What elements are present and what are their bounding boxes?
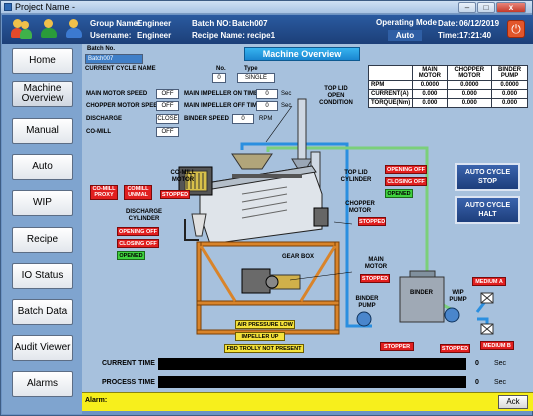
co-mill-proxy-status: CO-MILL PROXY bbox=[90, 185, 118, 200]
time-value: 17:21:40 bbox=[459, 31, 492, 40]
auto-cycle-stop-button[interactable]: AUTO CYCLE STOP bbox=[455, 163, 520, 191]
process-time-value: 0 bbox=[475, 379, 479, 386]
alarm-bar: Alarm: Ack bbox=[82, 392, 533, 411]
nav-manual-button[interactable]: Manual bbox=[12, 118, 73, 144]
current-time-value: 0 bbox=[475, 360, 479, 367]
co-mill-motor-label: CO-MILL MOTOR bbox=[170, 170, 196, 183]
date-value: 06/12/2019 bbox=[459, 19, 500, 28]
discharge-opening-status: OPENING OFF bbox=[117, 227, 159, 236]
nav-alarms-button[interactable]: Alarms bbox=[12, 371, 73, 397]
nav-auto-button[interactable]: Auto bbox=[12, 154, 73, 180]
user-check-icon[interactable] bbox=[39, 19, 59, 39]
nav-wip-button[interactable]: WIP bbox=[12, 190, 73, 216]
wip-pump-status: STOPPED bbox=[440, 344, 470, 353]
app-icon bbox=[4, 3, 12, 11]
discharge-cylinder-label: DISCHARGE CYLINDER bbox=[125, 209, 162, 222]
impeller-up-status: IMPELLER UP bbox=[235, 332, 285, 341]
time-label: Time: bbox=[438, 31, 460, 40]
discharge-closing-status: CLOSING OFF bbox=[117, 239, 159, 248]
power-icon[interactable]: ⏻ bbox=[507, 20, 525, 38]
maximize-button[interactable]: □ bbox=[477, 2, 495, 13]
current-time-unit: Sec bbox=[494, 360, 507, 367]
recipe-name-label: Recipe Name: bbox=[192, 31, 245, 40]
nav-recipe-button[interactable]: Recipe bbox=[12, 227, 73, 253]
main-motor-label: MAIN MOTOR bbox=[364, 257, 388, 270]
group-name-value: Engineer bbox=[137, 19, 172, 28]
sidebar: Home Machine Overview Manual Auto WIP Re… bbox=[2, 44, 82, 414]
username-value: Engineer bbox=[137, 31, 172, 40]
users-icon[interactable] bbox=[11, 19, 32, 39]
air-pressure-low-status: AIR PRESSURE LOW bbox=[235, 320, 295, 329]
close-button[interactable]: x bbox=[496, 2, 526, 13]
chopper-motor-label: CHOPPER MOTOR bbox=[345, 201, 375, 214]
auto-cycle-halt-button[interactable]: AUTO CYCLE HALT bbox=[455, 196, 520, 224]
discharge-opened-status: OPENED bbox=[117, 251, 145, 260]
medium-b-status: MEDIUM B bbox=[480, 341, 514, 350]
top-lid-cylinder-shape bbox=[297, 98, 307, 160]
operating-mode-label: Operating Mode bbox=[376, 18, 437, 27]
recipe-name-value: recipe1 bbox=[247, 31, 276, 40]
user-swap-icon[interactable] bbox=[64, 19, 84, 39]
nav-io-status-button[interactable]: IO Status bbox=[12, 263, 73, 289]
current-time-label: CURRENT TIME bbox=[102, 360, 155, 367]
binder-pump-status: STOPPER bbox=[380, 342, 414, 351]
alarm-label: Alarm: bbox=[85, 397, 108, 404]
window-title: Project Name - bbox=[15, 2, 76, 12]
top-lid-open-label: TOP LID OPEN CONDITION bbox=[319, 86, 353, 106]
username-label: Username: bbox=[90, 31, 132, 40]
nav-audit-viewer-button[interactable]: Audit Viewer bbox=[12, 335, 73, 361]
process-time-unit: Sec bbox=[494, 379, 507, 386]
gear-box-label: GEAR BOX bbox=[282, 254, 315, 260]
nav-home-button[interactable]: Home bbox=[12, 48, 73, 74]
date-label: Date: bbox=[438, 19, 459, 28]
nav-batch-data-button[interactable]: Batch Data bbox=[12, 299, 73, 325]
title-bar: Project Name - – □ x bbox=[1, 1, 532, 14]
binder-tank bbox=[399, 276, 445, 323]
chopper-motor-status: STOPPED bbox=[358, 217, 386, 226]
nav-machine-overview-button[interactable]: Machine Overview bbox=[12, 81, 73, 107]
comill-unmal-status: COMILL UNMAL bbox=[124, 185, 152, 200]
process-time-bar bbox=[158, 376, 466, 388]
wip-pump-shape bbox=[444, 307, 460, 323]
application-window: Project Name - – □ x Group Name: Enginee… bbox=[0, 0, 533, 416]
ack-button[interactable]: Ack bbox=[498, 395, 528, 409]
main-panel: Batch No. Batch007 CURRENT CYCLE NAME No… bbox=[82, 44, 533, 392]
process-time-label: PROCESS TIME bbox=[102, 379, 155, 386]
binder-label: BINDER bbox=[410, 290, 434, 296]
support-frame bbox=[196, 241, 340, 247]
header-bar: Group Name: Engineer Username: Engineer … bbox=[2, 15, 533, 44]
wip-pump-label: WIP PUMP bbox=[449, 290, 467, 303]
main-motor-status: STOPPED bbox=[360, 274, 390, 283]
minimize-button[interactable]: – bbox=[458, 2, 476, 13]
batch-no-value: Batch007 bbox=[232, 19, 268, 28]
fbd-trolly-status: FBD TROLLY NOT PRESENT bbox=[224, 344, 304, 353]
top-lid-opening-status: OPENING OFF bbox=[385, 165, 427, 174]
operating-mode-value: Auto bbox=[388, 30, 422, 41]
binder-pump-label: BINDER PUMP bbox=[355, 296, 379, 309]
medium-a-status: MEDIUM A bbox=[472, 277, 506, 286]
group-name-label: Group Name: bbox=[90, 19, 141, 28]
co-mill-motor-status: STOPPED bbox=[160, 190, 190, 199]
top-lid-opened-status: OPENED bbox=[385, 189, 413, 198]
current-time-bar bbox=[158, 358, 466, 370]
top-lid-closing-status: CLOSING OFF bbox=[385, 177, 427, 186]
binder-pump-shape bbox=[356, 311, 372, 327]
batch-no-label: Batch NO: bbox=[192, 19, 232, 28]
top-lid-cylinder-label: TOP LID CYLINDER bbox=[340, 170, 372, 183]
